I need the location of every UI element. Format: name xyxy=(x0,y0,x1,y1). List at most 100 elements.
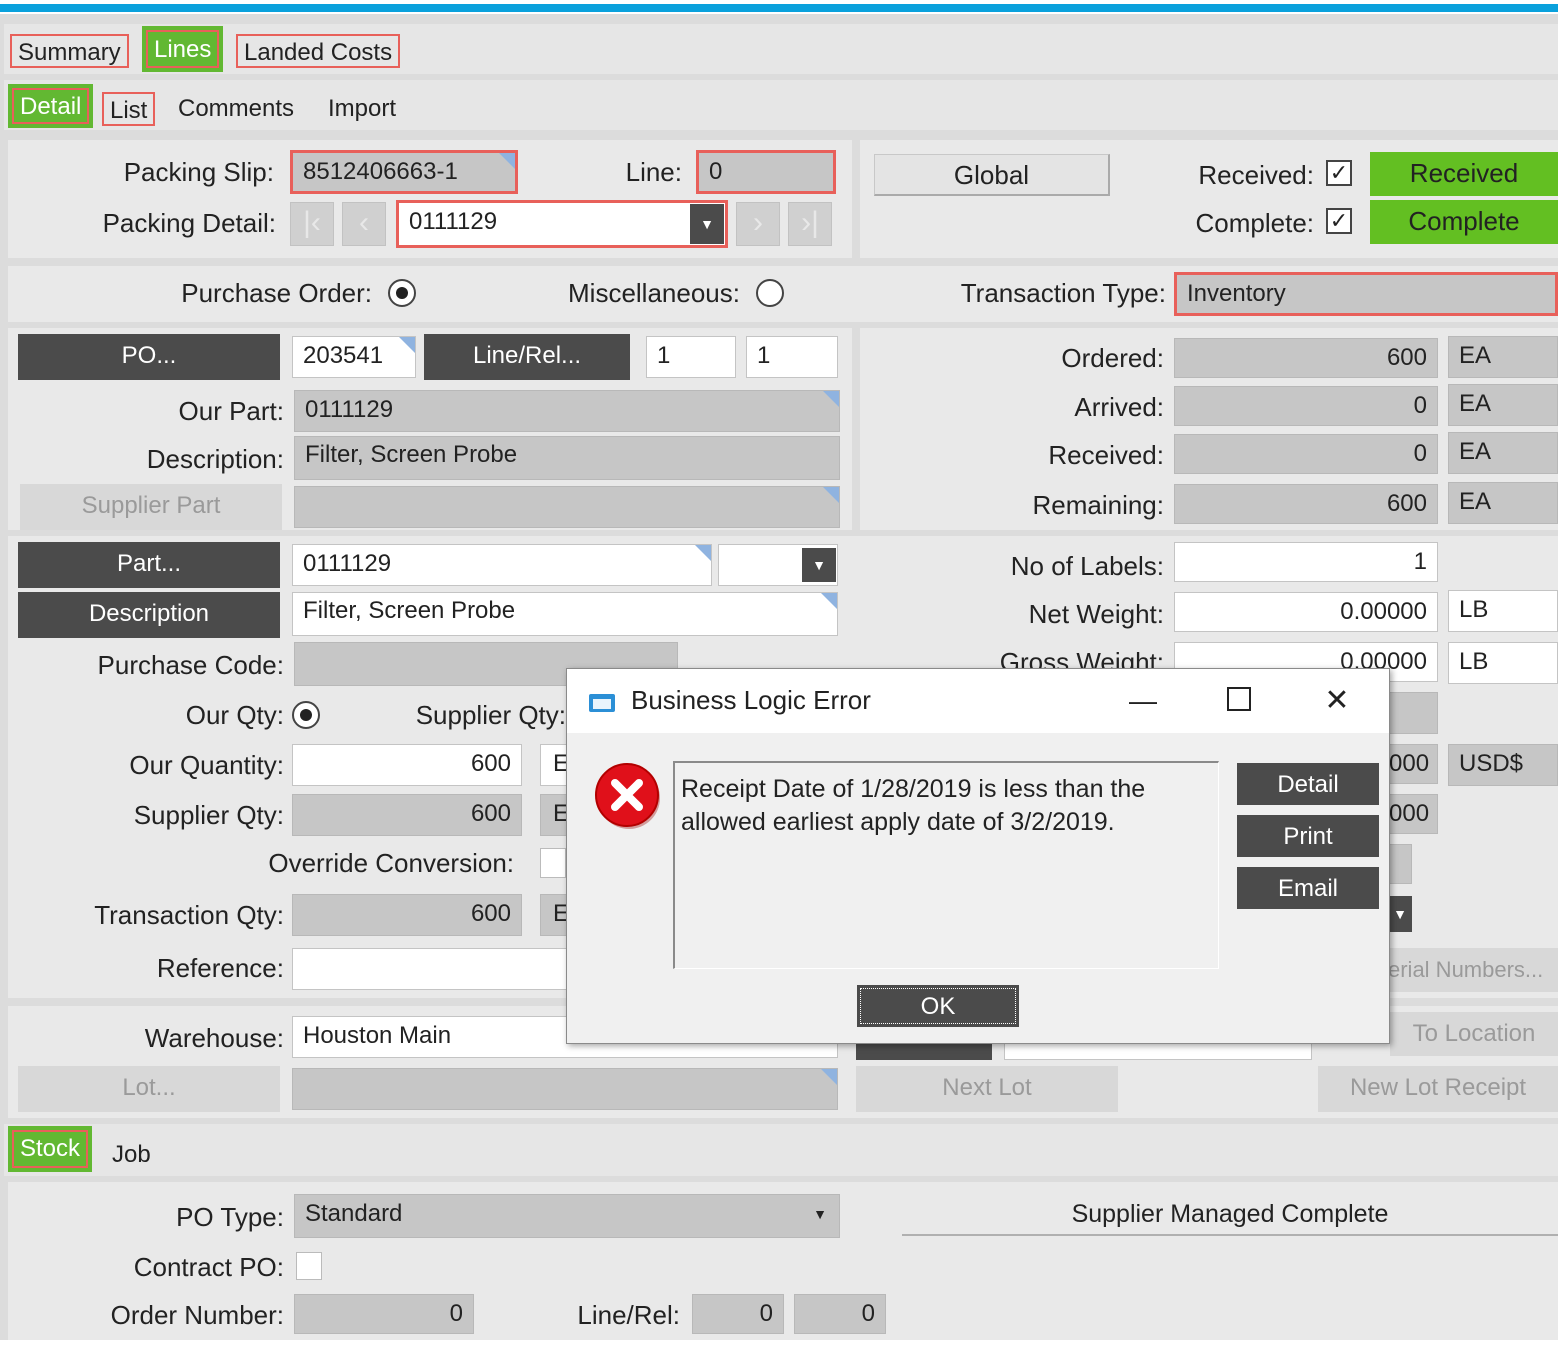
tab-list[interactable]: List xyxy=(102,92,156,126)
error-icon xyxy=(593,761,663,831)
remaining-label: Remaining: xyxy=(1032,490,1164,520)
po-rel-field[interactable]: 1 xyxy=(746,336,838,378)
override-conversion-label: Override Conversion: xyxy=(268,848,514,878)
close-icon[interactable]: ✕ xyxy=(1317,681,1357,721)
received-button[interactable]: Received xyxy=(1370,152,1558,196)
order-line-field: 0 xyxy=(692,1294,784,1334)
maximize-icon[interactable] xyxy=(1227,687,1251,711)
complete-label: Complete: xyxy=(1195,208,1315,238)
lot-field xyxy=(292,1068,838,1110)
tab-import[interactable]: Import xyxy=(322,92,402,126)
line-field[interactable]: 0 xyxy=(696,150,836,194)
miscellaneous-radio[interactable] xyxy=(756,279,784,307)
transaction-type-field[interactable]: Inventory xyxy=(1174,272,1558,316)
packing-detail-combo[interactable]: 0111129 xyxy=(396,200,728,248)
purchase-order-radio[interactable] xyxy=(388,279,416,307)
supplier-qty-field: 600 xyxy=(292,794,522,836)
transaction-qty-field: 600 xyxy=(292,894,522,936)
chevron-down-icon[interactable]: ▼ xyxy=(802,548,836,582)
received-label: Received: xyxy=(1198,160,1314,190)
po-type-label: PO Type: xyxy=(176,1202,284,1232)
net-weight-label: Net Weight: xyxy=(1028,599,1164,629)
tab-lines[interactable]: Lines xyxy=(141,26,224,72)
no-of-labels-label: No of Labels: xyxy=(1010,551,1164,581)
remaining-value: 600 xyxy=(1174,484,1438,524)
our-qty-radio[interactable] xyxy=(292,701,320,729)
dialog-title: Business Logic Error xyxy=(631,685,871,715)
part-field[interactable]: 0111129 xyxy=(292,544,712,586)
to-location-button[interactable]: To Location xyxy=(1390,1012,1558,1056)
ok-button[interactable]: OK xyxy=(857,985,1019,1027)
minimize-icon[interactable]: — xyxy=(1123,681,1163,721)
transaction-qty-label: Transaction Qty: xyxy=(94,900,284,930)
supplier-qty-label: Supplier Qty: xyxy=(133,800,284,830)
last-record-icon[interactable]: ›| xyxy=(788,202,832,246)
window-top-bar xyxy=(0,0,1558,12)
received-qty-value: 0 xyxy=(1174,434,1438,474)
no-of-labels-field[interactable]: 1 xyxy=(1174,542,1438,582)
packing-detail-label: Packing Detail: xyxy=(102,208,276,238)
contract-po-label: Contract PO: xyxy=(133,1252,284,1282)
line-rel-button[interactable]: Line/Rel... xyxy=(424,334,630,380)
gross-weight-uom[interactable]: LB xyxy=(1448,642,1558,684)
received-checkbox[interactable]: ✓ xyxy=(1326,160,1352,186)
new-lot-receipt-button[interactable]: New Lot Receipt xyxy=(1318,1066,1558,1112)
business-logic-error-dialog: Business Logic Error — ✕ Receipt Date of… xyxy=(566,668,1390,1044)
chevron-down-icon[interactable]: ▼ xyxy=(1388,896,1412,932)
ordered-label: Ordered: xyxy=(1061,343,1164,373)
serial-numbers-button[interactable]: erial Numbers... xyxy=(1388,948,1558,992)
description-button[interactable]: Description xyxy=(18,592,280,638)
lot-button[interactable]: Lot... xyxy=(18,1066,280,1112)
next-record-icon[interactable]: › xyxy=(736,202,780,246)
our-part-field: 0111129 xyxy=(294,390,840,432)
part-button[interactable]: Part... xyxy=(18,542,280,588)
email-button[interactable]: Email xyxy=(1237,867,1379,909)
complete-button[interactable]: Complete xyxy=(1370,200,1558,244)
received-qty-uom: EA xyxy=(1448,432,1558,474)
prev-record-icon[interactable]: ‹ xyxy=(342,202,386,246)
po-number-field[interactable]: 203541 xyxy=(292,336,416,378)
app-window-icon xyxy=(587,691,619,715)
part-description-field[interactable]: Filter, Screen Probe xyxy=(292,592,838,636)
description-label: Description: xyxy=(146,444,284,474)
order-rel-field: 0 xyxy=(794,1294,886,1334)
tab-stock[interactable]: Stock xyxy=(7,1126,93,1172)
chevron-down-icon[interactable]: ▼ xyxy=(690,204,724,244)
tab-summary[interactable]: Summary xyxy=(10,34,129,68)
tab-landed-costs[interactable]: Landed Costs xyxy=(236,34,401,68)
our-part-label: Our Part: xyxy=(178,396,284,426)
warehouse-label: Warehouse: xyxy=(144,1023,284,1053)
po-type-combo[interactable]: Standard xyxy=(294,1194,840,1238)
po-line-field[interactable]: 1 xyxy=(646,336,736,378)
supplier-part-button[interactable]: Supplier Part xyxy=(20,484,282,530)
packing-slip-field[interactable]: 8512406663-1 xyxy=(290,150,518,194)
arrived-value: 0 xyxy=(1174,386,1438,426)
chevron-down-icon[interactable]: ▼ xyxy=(808,1206,832,1226)
supplier-managed-complete-button[interactable]: Supplier Managed Complete xyxy=(902,1194,1558,1236)
complete-checkbox[interactable]: ✓ xyxy=(1326,208,1352,234)
detail-button[interactable]: Detail xyxy=(1237,763,1379,805)
miscellaneous-label: Miscellaneous: xyxy=(568,278,740,308)
next-lot-button[interactable]: Next Lot xyxy=(856,1066,1118,1112)
ext-cost-field: 000 xyxy=(1388,794,1438,834)
tab-comments[interactable]: Comments xyxy=(172,92,300,126)
net-weight-uom[interactable]: LB xyxy=(1448,590,1558,632)
transaction-type-label: Transaction Type: xyxy=(960,278,1166,308)
ordered-uom: EA xyxy=(1448,336,1558,378)
contract-po-checkbox[interactable] xyxy=(296,1252,322,1280)
our-quantity-field[interactable]: 600 xyxy=(292,744,522,786)
line-label: Line: xyxy=(625,157,682,187)
net-weight-field[interactable]: 0.00000 xyxy=(1174,592,1438,632)
reference-field[interactable] xyxy=(292,948,572,990)
our-qty-label: Our Qty: xyxy=(185,700,284,730)
arrived-uom: EA xyxy=(1448,384,1558,426)
first-record-icon[interactable]: |‹ xyxy=(290,202,334,246)
tab-detail[interactable]: Detail xyxy=(7,84,94,128)
gross-weight-label: Gross Weight: xyxy=(999,647,1164,668)
print-button[interactable]: Print xyxy=(1237,815,1379,857)
our-quantity-label: Our Quantity: xyxy=(129,750,284,780)
po-button[interactable]: PO... xyxy=(18,334,280,380)
global-button[interactable]: Global xyxy=(874,154,1110,196)
tab-job[interactable]: Job xyxy=(106,1138,157,1172)
override-conversion-checkbox[interactable] xyxy=(540,848,566,878)
